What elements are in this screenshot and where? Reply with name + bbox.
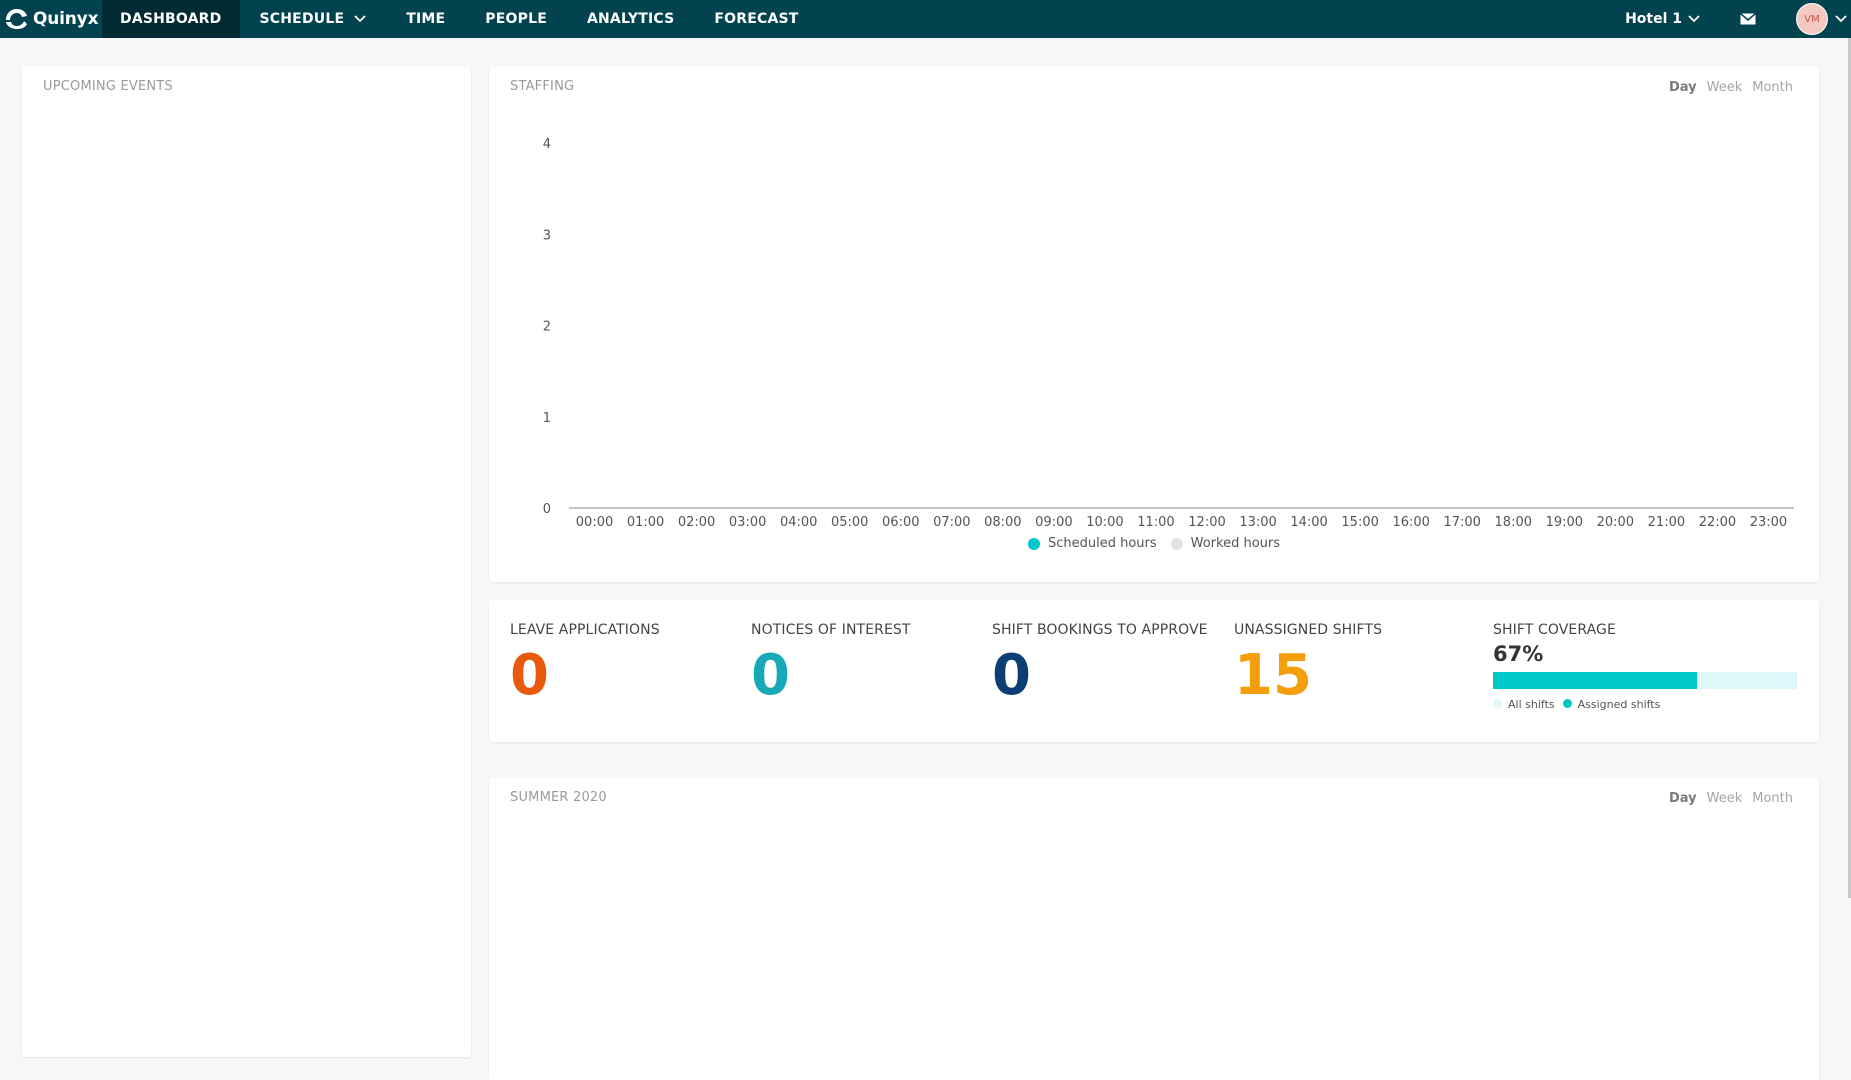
x-tick-label: 04:00	[780, 515, 817, 530]
x-tick-label: 10:00	[1086, 515, 1123, 530]
x-tick-label: 23:00	[1750, 515, 1787, 530]
x-tick-label: 08:00	[984, 515, 1021, 530]
kpi-leave-applications[interactable]: LEAVE APPLICATIONS 0	[510, 622, 660, 706]
kpi-bookings-value: 0	[992, 643, 1031, 708]
legend-all-label: All shifts	[1508, 698, 1555, 711]
upcoming-events-title: UPCOMING EVENTS	[43, 79, 173, 94]
kpi-shift-bookings[interactable]: SHIFT BOOKINGS TO APPROVE 0	[992, 622, 1208, 706]
period-month[interactable]: Month	[1752, 791, 1793, 806]
x-tick-label: 14:00	[1290, 515, 1327, 530]
x-tick-label: 03:00	[729, 515, 766, 530]
x-tick-label: 02:00	[678, 515, 715, 530]
kpi-leave-value: 0	[510, 643, 549, 708]
nav-analytics[interactable]: ANALYTICS	[567, 0, 694, 38]
y-tick-label: 3	[543, 228, 551, 243]
kpi-leave-label: LEAVE APPLICATIONS	[510, 622, 660, 638]
summer-2020-card: SUMMER 2020 Day Week Month	[489, 778, 1819, 1080]
nav-dashboard-label: DASHBOARD	[120, 11, 222, 27]
x-tick-label: 05:00	[831, 515, 868, 530]
kpi-bookings-label: SHIFT BOOKINGS TO APPROVE	[992, 622, 1208, 638]
x-tick-label: 11:00	[1137, 515, 1174, 530]
chevron-down-icon[interactable]	[1835, 15, 1847, 23]
x-tick-label: 15:00	[1341, 515, 1378, 530]
period-week[interactable]: Week	[1707, 791, 1743, 806]
x-tick-label: 09:00	[1035, 515, 1072, 530]
kpi-unassigned-shifts[interactable]: UNASSIGNED SHIFTS 15	[1234, 622, 1382, 706]
staffing-card: STAFFING Day Week Month 0 1 2 3 4 00:00 01:00 0…	[489, 67, 1819, 582]
x-tick-label: 06:00	[882, 515, 919, 530]
kpi-shift-coverage[interactable]: SHIFT COVERAGE 67% All shifts Assigned s…	[1493, 622, 1797, 711]
x-tick-label: 20:00	[1597, 515, 1634, 530]
y-tick-label: 0	[543, 502, 551, 517]
nav-people-label: PEOPLE	[485, 11, 547, 27]
nav-forecast[interactable]: FORECAST	[694, 0, 818, 38]
chevron-down-icon	[354, 15, 366, 23]
y-tick-label: 2	[543, 320, 551, 335]
x-tick-label: 22:00	[1699, 515, 1736, 530]
nav-schedule[interactable]: SCHEDULE	[240, 0, 387, 38]
x-tick-label: 12:00	[1188, 515, 1225, 530]
period-day[interactable]: Day	[1669, 791, 1697, 806]
kpi-unassigned-value: 15	[1234, 643, 1312, 708]
quinyx-logo[interactable]: Quinyx	[0, 0, 102, 38]
x-tick-label: 18:00	[1495, 515, 1532, 530]
kpi-notices-of-interest[interactable]: NOTICES OF INTEREST 0	[751, 622, 911, 706]
summer-period-switch: Day Week Month	[1669, 791, 1793, 806]
nav-analytics-label: ANALYTICS	[586, 11, 675, 27]
legend-scheduled-label: Scheduled hours	[1047, 536, 1157, 551]
upcoming-events-card: UPCOMING EVENTS	[22, 67, 471, 1057]
nav-time[interactable]: TIME	[386, 0, 465, 38]
site-name: Hotel 1	[1625, 11, 1682, 27]
site-selector[interactable]: Hotel 1	[1625, 11, 1700, 27]
chevron-down-icon	[1688, 15, 1700, 23]
quinyx-logo-icon	[6, 9, 27, 29]
legend-scheduled-hours[interactable]: Scheduled hours	[1027, 536, 1157, 551]
kpi-notices-label: NOTICES OF INTEREST	[751, 622, 911, 638]
coverage-percent: 67%	[1493, 642, 1544, 666]
staffing-chart: 0 1 2 3 4 00:00 01:00 02:00 03:00 04:00 05:00 06:00…	[543, 137, 1794, 530]
legend-worked-hours[interactable]: Worked hours	[1170, 536, 1281, 551]
coverage-progress-fill	[1493, 672, 1697, 689]
legend-all-dot	[1493, 699, 1502, 708]
staffing-legend: Scheduled hours Worked hours	[489, 536, 1819, 551]
top-navigation-bar: Quinyx DASHBOARD SCHEDULE TIME PEOPLE AN…	[0, 0, 1851, 38]
x-tick-label: 17:00	[1443, 515, 1480, 530]
x-tick-label: 13:00	[1239, 515, 1276, 530]
legend-assigned-shifts: Assigned shifts	[1562, 698, 1661, 711]
x-tick-label: 21:00	[1648, 515, 1685, 530]
x-tick-label: 19:00	[1546, 515, 1583, 530]
legend-assigned-label: Assigned shifts	[1577, 698, 1661, 711]
kpi-unassigned-label: UNASSIGNED SHIFTS	[1234, 622, 1383, 638]
coverage-progress-bar	[1493, 672, 1797, 689]
nav-right-group: Hotel 1 VM	[1625, 0, 1851, 38]
legend-all-shifts: All shifts	[1493, 698, 1555, 711]
legend-worked-label: Worked hours	[1190, 536, 1281, 551]
x-tick-label: 00:00	[576, 515, 613, 530]
x-tick-label: 16:00	[1392, 515, 1429, 530]
legend-assigned-dot	[1562, 699, 1572, 708]
x-tick-label: 07:00	[933, 515, 970, 530]
y-tick-label: 4	[543, 137, 551, 152]
kpi-card: LEAVE APPLICATIONS 0 NOTICES OF INTEREST…	[489, 600, 1819, 742]
mail-icon[interactable]	[1740, 13, 1756, 25]
nav-schedule-label: SCHEDULE	[259, 11, 345, 27]
nav-dashboard[interactable]: DASHBOARD	[102, 0, 240, 38]
legend-scheduled-dot	[1027, 537, 1040, 550]
y-tick-label: 1	[543, 411, 551, 426]
nav-time-label: TIME	[406, 11, 446, 27]
legend-worked-dot	[1170, 537, 1183, 550]
nav-forecast-label: FORECAST	[714, 11, 799, 27]
kpi-coverage-label: SHIFT COVERAGE	[1493, 622, 1616, 638]
user-initials: VM	[1804, 13, 1820, 25]
main-nav: DASHBOARD SCHEDULE TIME PEOPLE ANALYTICS…	[102, 0, 819, 38]
kpi-notices-value: 0	[751, 643, 790, 708]
brand-name: Quinyx	[33, 9, 99, 29]
x-tick-label: 01:00	[627, 515, 664, 530]
coverage-legend: All shifts Assigned shifts	[1493, 698, 1797, 711]
summer-title: SUMMER 2020	[510, 790, 607, 805]
nav-people[interactable]: PEOPLE	[465, 0, 567, 38]
user-avatar[interactable]: VM	[1796, 3, 1828, 35]
